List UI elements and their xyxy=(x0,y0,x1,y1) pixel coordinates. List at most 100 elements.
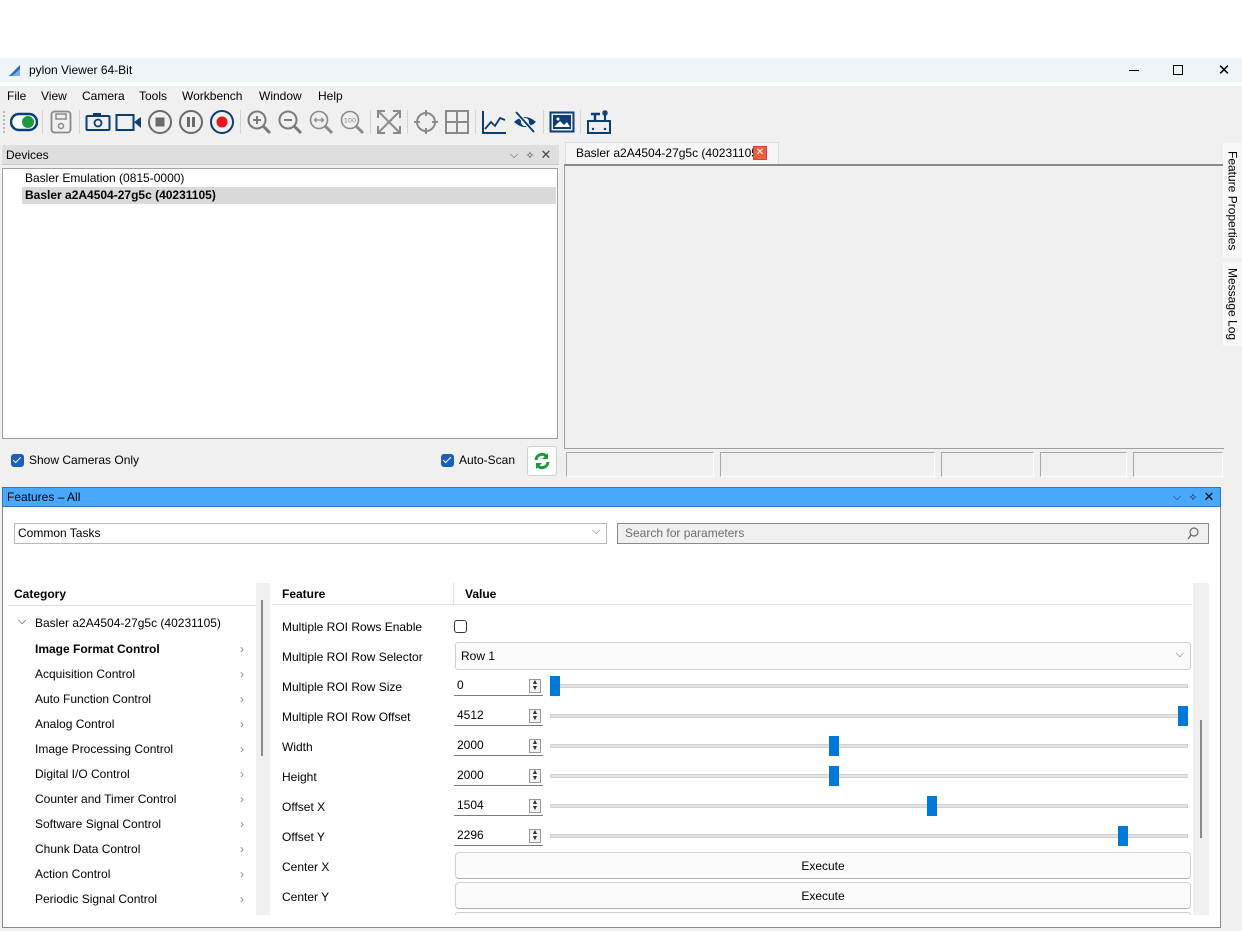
chevron-right-icon[interactable]: › xyxy=(240,866,244,882)
refresh-devices-button[interactable] xyxy=(527,446,557,476)
image-icon[interactable] xyxy=(548,108,576,136)
dock-pin-button[interactable]: ✧ xyxy=(523,148,537,162)
feature-scrollbar-thumb[interactable] xyxy=(1200,720,1202,838)
feature-slider-thumb[interactable] xyxy=(1178,706,1188,726)
spin-arrows-icon[interactable]: ▲ ▼ xyxy=(529,679,541,693)
menu-window[interactable]: Window xyxy=(259,88,302,104)
spin-arrows-icon[interactable]: ▲ ▼ xyxy=(529,739,541,753)
feature-spinbox[interactable]: 2000 ▲ ▼ xyxy=(454,766,543,786)
stop-icon[interactable] xyxy=(146,108,174,136)
save-icon[interactable] xyxy=(47,108,75,136)
chevron-right-icon[interactable]: › xyxy=(240,791,244,807)
dock-menu-button[interactable]: ⌵ xyxy=(507,148,521,162)
feature-slider-track[interactable] xyxy=(550,684,1188,688)
chevron-right-icon[interactable]: › xyxy=(240,891,244,907)
spin-arrows-icon[interactable]: ▲ ▼ xyxy=(529,769,541,783)
chevron-right-icon[interactable]: › xyxy=(240,716,244,732)
auto-scan-checkbox[interactable] xyxy=(441,454,454,467)
dock-close-button[interactable]: ✕ xyxy=(1202,489,1216,504)
category-item[interactable]: Digital I/O Control xyxy=(35,766,130,782)
category-item[interactable]: Periodic Signal Control xyxy=(35,891,157,907)
feature-slider-thumb[interactable] xyxy=(829,766,840,786)
crosshair-icon[interactable] xyxy=(412,108,440,136)
tools-icon[interactable] xyxy=(585,108,613,136)
chevron-right-icon[interactable]: › xyxy=(240,641,244,657)
grid-icon[interactable] xyxy=(443,108,471,136)
hide-icon[interactable] xyxy=(511,108,539,136)
feature-spinbox[interactable]: 4512 ▲ ▼ xyxy=(454,706,543,726)
device-item[interactable]: Basler Emulation (0815-0000) xyxy=(22,170,184,187)
category-item[interactable]: Action Control xyxy=(35,866,110,882)
feature-spinbox[interactable]: 2296 ▲ ▼ xyxy=(454,826,543,846)
continuous-shot-icon[interactable] xyxy=(115,108,143,136)
toolbar-grip[interactable] xyxy=(3,111,5,133)
execute-button[interactable]: Execute xyxy=(455,882,1191,909)
menu-file[interactable]: File xyxy=(7,88,26,104)
feature-slider-thumb[interactable] xyxy=(550,676,560,696)
category-item[interactable]: Image Processing Control xyxy=(35,741,173,757)
category-item[interactable]: Image Format Control xyxy=(35,641,160,657)
feature-checkbox[interactable] xyxy=(454,620,467,633)
close-window-button[interactable]: ✕ xyxy=(1201,58,1242,82)
zoom-fit-icon[interactable] xyxy=(307,108,335,136)
show-cameras-only-checkbox[interactable] xyxy=(11,454,24,467)
feature-spinbox[interactable]: 2000 ▲ ▼ xyxy=(454,736,543,756)
category-item[interactable]: Chunk Data Control xyxy=(35,841,140,857)
feature-slider-thumb[interactable] xyxy=(829,736,840,756)
device-item-selected[interactable]: Basler a2A4504-27g5c (40231105) xyxy=(22,187,556,204)
maximize-button[interactable] xyxy=(1155,58,1201,82)
device-tree-node[interactable]: Basler a2A4504-27g5c (40231105) xyxy=(35,616,221,630)
side-tab-feature-properties[interactable]: Feature Properties xyxy=(1223,143,1242,258)
zoom-out-icon[interactable] xyxy=(276,108,304,136)
dock-close-button[interactable]: ✕ xyxy=(539,147,553,162)
toggle-open-camera-icon[interactable] xyxy=(10,108,38,136)
chevron-right-icon[interactable]: › xyxy=(240,841,244,857)
feature-slider-thumb[interactable] xyxy=(926,796,937,816)
chevron-right-icon[interactable]: › xyxy=(240,741,244,757)
menu-help[interactable]: Help xyxy=(318,88,343,104)
menu-camera[interactable]: Camera xyxy=(82,88,125,104)
menu-workbench[interactable]: Workbench xyxy=(182,88,242,104)
dock-pin-button[interactable]: ✧ xyxy=(1186,490,1200,504)
chevron-right-icon[interactable]: › xyxy=(240,766,244,782)
zoom-in-icon[interactable] xyxy=(245,108,273,136)
close-tab-icon[interactable]: ✕ xyxy=(753,146,767,160)
menu-view[interactable]: View xyxy=(41,88,67,104)
record-icon[interactable] xyxy=(208,108,236,136)
feature-spinbox[interactable]: 0 ▲ ▼ xyxy=(454,676,543,696)
feature-slider-track[interactable] xyxy=(550,774,1188,778)
chevron-right-icon[interactable]: › xyxy=(240,691,244,707)
spin-arrows-icon[interactable]: ▲ ▼ xyxy=(529,829,541,843)
chart-icon[interactable] xyxy=(480,108,508,136)
category-item[interactable]: Counter and Timer Control xyxy=(35,791,176,807)
feature-slider-track[interactable] xyxy=(550,744,1188,748)
category-item[interactable]: Software Signal Control xyxy=(35,816,161,832)
feature-select[interactable]: Row 1 ⌵ xyxy=(455,642,1191,670)
feature-slider-track[interactable] xyxy=(550,714,1188,718)
single-shot-icon[interactable] xyxy=(84,108,112,136)
pause-icon[interactable] xyxy=(177,108,205,136)
category-scrollbar-thumb[interactable] xyxy=(261,600,263,756)
zoom-100-icon[interactable]: 100 xyxy=(338,108,366,136)
view-select[interactable] xyxy=(14,523,607,544)
fullscreen-icon[interactable] xyxy=(375,108,403,136)
execute-button[interactable]: Execute xyxy=(455,852,1191,879)
menu-tools[interactable]: Tools xyxy=(139,88,167,104)
category-item[interactable]: Acquisition Control xyxy=(35,666,135,682)
chevron-right-icon[interactable]: › xyxy=(240,666,244,682)
side-tab-message-log[interactable]: Message Log xyxy=(1223,262,1242,346)
category-item[interactable]: Analog Control xyxy=(35,716,114,732)
feature-slider-track[interactable] xyxy=(550,834,1188,838)
feature-slider-track[interactable] xyxy=(550,804,1188,808)
dock-menu-button[interactable]: ⌵ xyxy=(1170,490,1184,504)
spin-arrows-icon[interactable]: ▲ ▼ xyxy=(529,799,541,813)
chevron-right-icon[interactable]: › xyxy=(240,816,244,832)
feature-slider-thumb[interactable] xyxy=(1118,826,1129,846)
feature-spinbox[interactable]: 1504 ▲ ▼ xyxy=(454,796,543,816)
spin-arrows-icon[interactable]: ▲ ▼ xyxy=(529,709,541,723)
minimize-button[interactable] xyxy=(1111,58,1157,82)
chevron-down-icon[interactable]: ⌵ xyxy=(18,615,26,628)
column-divider[interactable] xyxy=(453,583,454,605)
category-item[interactable]: Auto Function Control xyxy=(35,691,151,707)
category-scrollbar[interactable] xyxy=(256,583,270,915)
